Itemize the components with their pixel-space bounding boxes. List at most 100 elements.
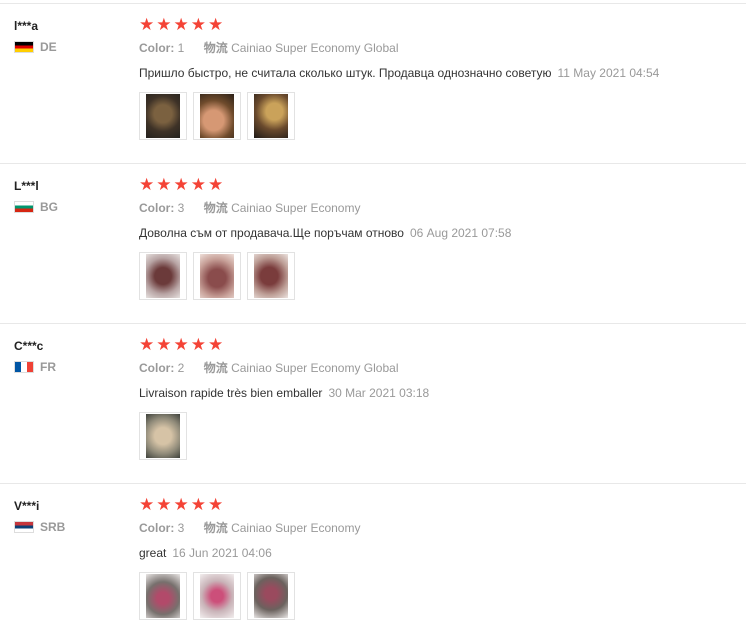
- review-content: ★ ★ ★ ★ ★ Color: 2 物流 Cainiao Super Econ…: [139, 336, 429, 460]
- review-date: 11 May 2021 04:54: [557, 66, 660, 80]
- photo-image: [200, 94, 234, 138]
- review-photo-thumbnail[interactable]: [193, 252, 241, 300]
- review-photo-thumbnail[interactable]: [139, 412, 187, 460]
- logistics-value: Cainiao Super Economy: [231, 521, 361, 535]
- color-label: Color:: [139, 521, 175, 535]
- star-rating: ★ ★ ★ ★ ★: [139, 496, 360, 514]
- serbia-flag-icon: [14, 521, 34, 533]
- review-photos: [139, 572, 360, 620]
- review-meta: Color: 3 物流 Cainiao Super Economy: [139, 200, 511, 216]
- logistics-label: 物流: [203, 41, 228, 55]
- star-icon: ★: [208, 335, 224, 354]
- review-item: C***c FR ★ ★ ★ ★ ★ Color: 2 物流 Cainiao S…: [0, 324, 746, 484]
- review-date: 30 Mar 2021 03:18: [328, 386, 430, 400]
- color-label: Color:: [139, 361, 175, 375]
- france-flag-icon: [14, 361, 34, 373]
- review-text-line: Пришло быстро, не считала сколько штук. …: [139, 65, 659, 81]
- review-text: Livraison rapide très bien emballer: [139, 386, 323, 400]
- photo-image: [146, 94, 180, 138]
- review-item: l***a DE ★ ★ ★ ★ ★ Color: 1 物流 Cainiao S…: [0, 4, 746, 164]
- reviewer-info: L***l BG: [14, 178, 58, 214]
- logistics-label: 物流: [203, 361, 228, 375]
- photo-image: [146, 414, 180, 458]
- review-content: ★ ★ ★ ★ ★ Color: 3 物流 Cainiao Super Econ…: [139, 496, 360, 620]
- star-icon: ★: [190, 495, 206, 514]
- photo-image: [146, 254, 180, 298]
- color-label: Color:: [139, 201, 175, 215]
- star-icon: ★: [139, 175, 155, 194]
- star-icon: ★: [173, 495, 189, 514]
- star-rating: ★ ★ ★ ★ ★: [139, 336, 429, 354]
- review-photo-thumbnail[interactable]: [139, 92, 187, 140]
- review-photo-thumbnail[interactable]: [139, 572, 187, 620]
- bulgaria-flag-icon: [14, 201, 34, 213]
- star-icon: ★: [173, 335, 189, 354]
- color-label: Color:: [139, 41, 175, 55]
- review-photo-thumbnail[interactable]: [193, 572, 241, 620]
- review-text-line: Livraison rapide très bien emballer 30 Ma…: [139, 385, 429, 401]
- review-photos: [139, 412, 429, 460]
- reviewer-country: FR: [14, 360, 56, 374]
- country-code: FR: [40, 360, 56, 374]
- country-code: DE: [40, 40, 57, 54]
- star-icon: ★: [173, 15, 189, 34]
- review-content: ★ ★ ★ ★ ★ Color: 1 物流 Cainiao Super Econ…: [139, 16, 659, 140]
- reviewer-name: C***c: [14, 339, 44, 353]
- review-date: 06 Aug 2021 07:58: [409, 226, 512, 240]
- reviewer-country: SRB: [14, 520, 65, 534]
- country-code: BG: [40, 200, 58, 214]
- photo-image: [254, 574, 288, 618]
- logistics-label: 物流: [203, 201, 228, 215]
- review-meta: Color: 1 物流 Cainiao Super Economy Global: [139, 40, 659, 56]
- review-date: 16 Jun 2021 04:06: [172, 546, 272, 560]
- star-icon: ★: [156, 15, 172, 34]
- review-meta: Color: 2 物流 Cainiao Super Economy Global: [139, 360, 429, 376]
- star-icon: ★: [156, 495, 172, 514]
- reviewer-info: C***c FR: [14, 338, 56, 374]
- review-photo-thumbnail[interactable]: [139, 252, 187, 300]
- reviewer-info: V***i SRB: [14, 498, 65, 534]
- reviewer-country: BG: [14, 200, 58, 214]
- review-photos: [139, 92, 659, 140]
- review-photo-thumbnail[interactable]: [247, 572, 295, 620]
- star-icon: ★: [173, 175, 189, 194]
- reviewer-name: V***i: [14, 499, 40, 513]
- star-icon: ★: [208, 175, 224, 194]
- star-rating: ★ ★ ★ ★ ★: [139, 16, 659, 34]
- color-value: 3: [177, 201, 185, 215]
- star-icon: ★: [139, 15, 155, 34]
- review-text: Пришло быстро, не считала сколько штук. …: [139, 66, 552, 80]
- star-icon: ★: [208, 495, 224, 514]
- review-photo-thumbnail[interactable]: [247, 92, 295, 140]
- star-icon: ★: [190, 335, 206, 354]
- logistics-value: Cainiao Super Economy Global: [231, 361, 399, 375]
- star-icon: ★: [156, 335, 172, 354]
- color-value: 3: [177, 521, 185, 535]
- review-photos: [139, 252, 511, 300]
- reviewer-name: l***a: [14, 19, 39, 33]
- review-meta: Color: 3 物流 Cainiao Super Economy: [139, 520, 360, 536]
- photo-image: [146, 574, 180, 618]
- review-text: great: [139, 546, 167, 560]
- photo-image: [254, 254, 288, 298]
- photo-image: [200, 254, 234, 298]
- logistics-value: Cainiao Super Economy Global: [231, 41, 399, 55]
- review-text: Доволна съм от продавача.Ще поръчам отно…: [139, 226, 404, 240]
- star-icon: ★: [190, 175, 206, 194]
- review-item: L***l BG ★ ★ ★ ★ ★ Color: 3 物流 Cainiao S…: [0, 164, 746, 324]
- reviewer-country: DE: [14, 40, 57, 54]
- review-text-line: great 16 Jun 2021 04:06: [139, 545, 360, 561]
- logistics-label: 物流: [203, 521, 228, 535]
- review-photo-thumbnail[interactable]: [193, 92, 241, 140]
- review-list: l***a DE ★ ★ ★ ★ ★ Color: 1 物流 Cainiao S…: [0, 4, 746, 644]
- germany-flag-icon: [14, 41, 34, 53]
- review-photo-thumbnail[interactable]: [247, 252, 295, 300]
- review-item: V***i SRB ★ ★ ★ ★ ★ Color: 3 物流 Cainiao …: [0, 484, 746, 644]
- color-value: 2: [177, 361, 185, 375]
- reviewer-name: L***l: [14, 179, 39, 193]
- star-icon: ★: [190, 15, 206, 34]
- star-icon: ★: [156, 175, 172, 194]
- photo-image: [200, 574, 234, 618]
- logistics-value: Cainiao Super Economy: [231, 201, 361, 215]
- review-content: ★ ★ ★ ★ ★ Color: 3 物流 Cainiao Super Econ…: [139, 176, 511, 300]
